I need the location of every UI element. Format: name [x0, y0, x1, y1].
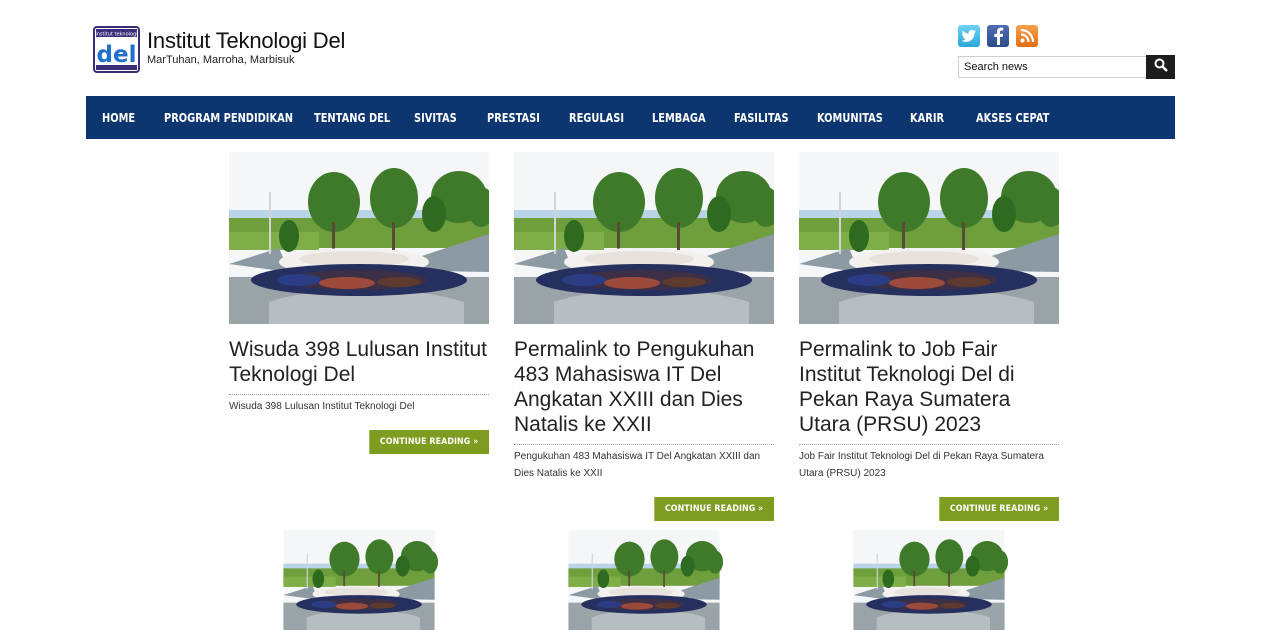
post-excerpt: Wisuda 398 Lulusan Institut Teknologi De… — [229, 401, 415, 412]
site-header: institut teknologi del Institut Teknolog… — [86, 0, 1175, 96]
nav-item-lembaga[interactable]: LEMBAGA — [652, 111, 719, 125]
site-logo[interactable]: institut teknologi del — [93, 26, 140, 73]
post-title[interactable]: Permalink to Job Fair Institut Teknologi… — [799, 337, 1059, 445]
nav-item-tentang-del[interactable]: TENTANG DEL — [314, 111, 396, 125]
nav-item-home[interactable]: HOME — [102, 111, 153, 125]
post-actions: CONTINUE READING » — [514, 497, 774, 521]
nav-item-sivitas[interactable]: SIVITAS — [414, 111, 474, 125]
post-thumbnail[interactable] — [799, 530, 1059, 630]
post-thumbnail[interactable] — [514, 152, 774, 324]
post-thumbnail[interactable] — [514, 530, 774, 630]
post-excerpt: Pengukuhan 483 Mahasiswa IT Del Angkatan… — [514, 451, 761, 479]
search-button[interactable] — [1146, 55, 1175, 79]
post-card — [229, 530, 489, 630]
nav-item-karir[interactable]: KARIR — [910, 111, 964, 125]
post-card: Permalink to Pengukuhan 483 Mahasiswa IT… — [514, 152, 774, 521]
search-input[interactable] — [958, 56, 1146, 78]
search-box — [958, 55, 1175, 79]
post-title[interactable]: Permalink to Pengukuhan 483 Mahasiswa IT… — [514, 337, 774, 445]
continue-reading-button[interactable]: CONTINUE READING » — [369, 430, 489, 454]
twitter-icon[interactable] — [958, 25, 980, 47]
search-icon — [1154, 58, 1168, 77]
main-nav: HOME PROGRAM PENDIDIKAN TENTANG DEL SIVI… — [86, 96, 1175, 139]
social-links — [958, 25, 1038, 47]
nav-item-program-pendidikan[interactable]: PROGRAM PENDIDIKAN — [164, 111, 293, 125]
post-thumbnail[interactable] — [799, 152, 1059, 324]
logo-del-text: del — [97, 42, 137, 68]
nav-item-komunitas[interactable]: KOMUNITAS — [817, 111, 893, 125]
post-actions: CONTINUE READING » — [799, 497, 1059, 521]
continue-reading-button[interactable]: CONTINUE READING » — [939, 497, 1059, 521]
post-card — [514, 530, 774, 630]
post-actions: CONTINUE READING » — [229, 430, 489, 454]
nav-item-prestasi[interactable]: PRESTASI — [487, 111, 554, 125]
nav-item-fasilitas[interactable]: FASILITAS — [734, 111, 802, 125]
post-card: Wisuda 398 Lulusan Institut Teknologi De… — [229, 152, 489, 454]
post-card: Permalink to Job Fair Institut Teknologi… — [799, 152, 1059, 521]
post-title[interactable]: Wisuda 398 Lulusan Institut Teknologi De… — [229, 337, 489, 395]
rss-icon[interactable] — [1016, 25, 1038, 47]
post-excerpt: Job Fair Institut Teknologi Del di Pekan… — [799, 451, 1044, 479]
site-tagline: MarTuhan, Marroha, Marbisuk — [147, 54, 295, 66]
post-thumbnail[interactable] — [229, 530, 489, 630]
continue-reading-button[interactable]: CONTINUE READING » — [654, 497, 774, 521]
facebook-icon[interactable] — [987, 25, 1009, 47]
nav-item-akses-cepat[interactable]: AKSES CEPAT — [976, 111, 1050, 125]
logo-caption-text: institut teknologi — [95, 32, 137, 38]
site-title[interactable]: Institut Teknologi Del — [147, 28, 345, 54]
nav-item-regulasi[interactable]: REGULASI — [569, 111, 637, 125]
post-card — [799, 530, 1059, 630]
post-thumbnail[interactable] — [229, 152, 489, 324]
